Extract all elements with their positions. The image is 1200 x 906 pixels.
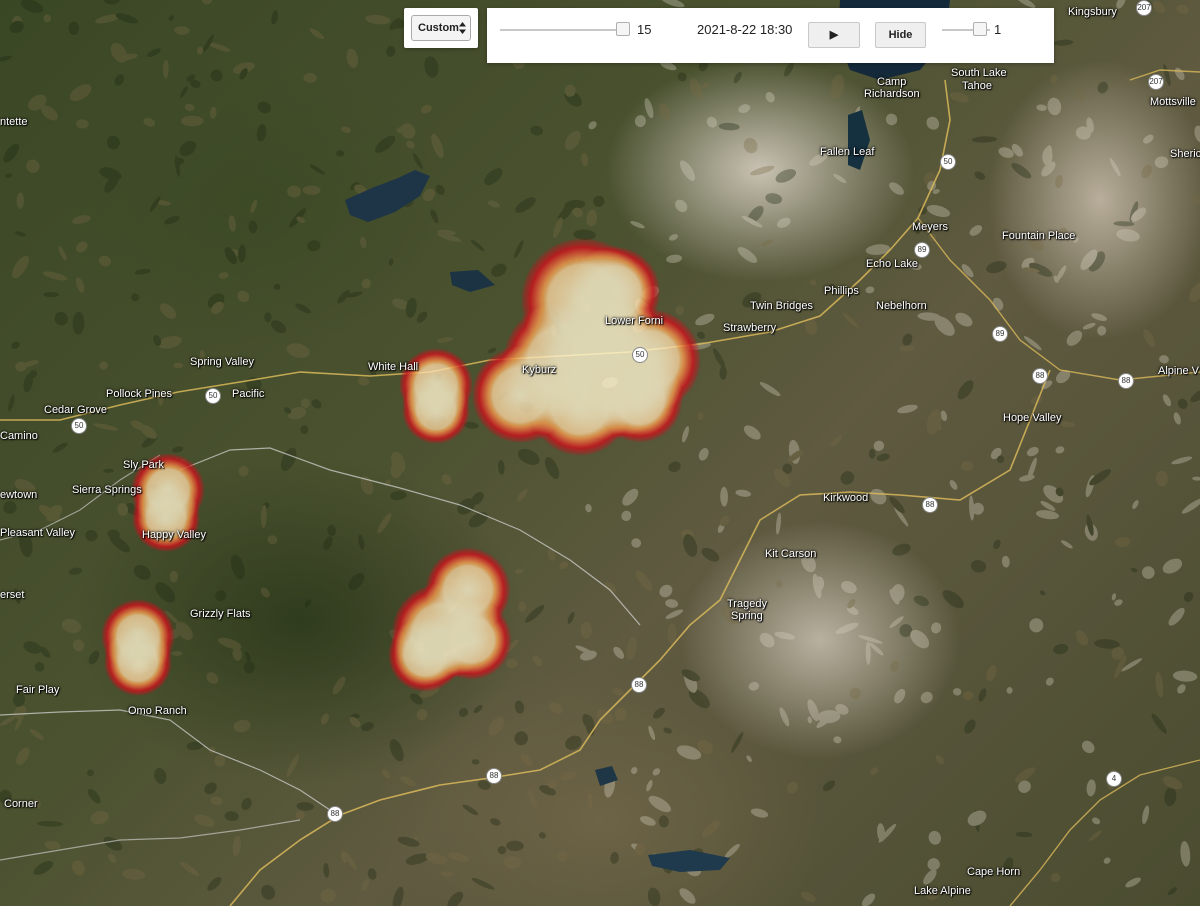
place-label: Omo Ranch — [128, 705, 187, 717]
place-label: Camino — [0, 430, 38, 442]
map-type-select[interactable]: Custom — [411, 15, 471, 41]
map-type-value: Custom — [418, 22, 459, 34]
place-label: erset — [0, 589, 25, 601]
place-label: Camp — [877, 76, 907, 88]
county-line-1 — [179, 447, 641, 626]
place-label: Strawberry — [723, 322, 777, 334]
place-label: Echo Lake — [866, 258, 918, 270]
place-label: Kyburz — [522, 364, 557, 376]
route-88-shield: 88 — [922, 497, 938, 513]
route-88-shield: 88 — [486, 768, 502, 784]
opacity-slider-thumb[interactable] — [973, 22, 987, 36]
place-label: ewtown — [0, 489, 38, 501]
place-label: Pacific — [232, 388, 265, 400]
place-label: White Hall — [368, 361, 419, 373]
place-label: South Lake — [951, 67, 1007, 79]
map-type-control: Custom — [404, 8, 478, 48]
frame-slider-track[interactable] — [500, 29, 630, 31]
play-button[interactable]: ▶ — [808, 22, 860, 48]
up-down-arrows-icon — [459, 16, 466, 40]
place-label: Fair Play — [16, 684, 60, 696]
place-label: Kit Carson — [765, 548, 817, 560]
route-50-shield: 50 — [940, 154, 956, 170]
place-label: Fallen Leaf — [820, 146, 875, 158]
place-label: ntette — [0, 116, 28, 128]
place-label: Pollock Pines — [106, 388, 173, 400]
place-label: Mottsville — [1150, 96, 1196, 108]
satellite-map[interactable]: Kingsbury Camp Richardson South Lake Tah… — [0, 0, 1200, 906]
route-50-shield: 50 — [632, 347, 648, 363]
place-label: Tragedy — [727, 598, 767, 610]
highway-89 — [917, 217, 1200, 381]
hide-button[interactable]: Hide — [875, 22, 926, 48]
play-icon: ▶ — [829, 29, 839, 41]
place-label: Lower Forni — [605, 315, 664, 327]
frame-slider-thumb[interactable] — [616, 22, 630, 36]
fallen-leaf-lake — [848, 110, 870, 170]
reservoir-north — [345, 170, 430, 222]
place-label: Hope Valley — [1003, 412, 1062, 424]
frame-value: 15 — [637, 22, 652, 37]
place-label: Happy Valley — [142, 529, 206, 541]
place-label: Phillips — [824, 285, 859, 297]
place-label: Nebelhorn — [876, 300, 927, 312]
route-4-shield: 4 — [1106, 771, 1122, 787]
place-label: Spring — [731, 610, 763, 622]
route-50-shield: 50 — [205, 388, 221, 404]
place-label: Richardson — [864, 88, 920, 100]
timestamp-label: 2021-8-22 18:30 — [697, 22, 793, 37]
place-label: Tahoe — [962, 80, 992, 92]
place-label: Alpine V — [1158, 365, 1199, 377]
place-label: Kingsbury — [1068, 6, 1117, 18]
place-label: Pleasant Valley — [0, 527, 76, 539]
route-207-shield: 207 — [1136, 0, 1152, 16]
small-lake-1 — [450, 270, 495, 292]
animation-control-panel: 15 2021-8-22 18:30 ▶ Hide 1 — [487, 8, 1054, 63]
place-label: Corner — [4, 798, 38, 810]
route-88-shield: 88 — [1032, 368, 1048, 384]
place-label: Spring Valley — [190, 356, 254, 368]
place-label: Sheric — [1170, 148, 1200, 160]
route-207-shield: 207 — [1148, 74, 1164, 90]
route-89-shield: 89 — [992, 326, 1008, 342]
terrain-layer — [0, 0, 1200, 906]
place-label: Fountain Place — [1002, 230, 1076, 242]
place-label: Grizzly Flats — [190, 608, 251, 620]
county-line-2 — [0, 709, 331, 811]
route-88-shield: 88 — [327, 806, 343, 822]
route-50-shield: 50 — [71, 418, 87, 434]
place-label: Sly Park — [123, 459, 164, 471]
route-88-shield: 88 — [631, 677, 647, 693]
place-label: Kirkwood — [823, 492, 869, 504]
opacity-value: 1 — [994, 22, 1002, 37]
route-89-shield: 89 — [914, 242, 930, 258]
route-88-shield: 88 — [1118, 373, 1134, 389]
place-label: Meyers — [912, 221, 949, 233]
place-label: Sierra Springs — [72, 484, 142, 496]
place-label: Cape Horn — [967, 866, 1021, 878]
place-label: Lake Alpine — [914, 885, 971, 897]
place-label: Twin Bridges — [750, 300, 813, 312]
reservoir-south — [648, 850, 730, 872]
place-label: Cedar Grove — [44, 404, 107, 416]
